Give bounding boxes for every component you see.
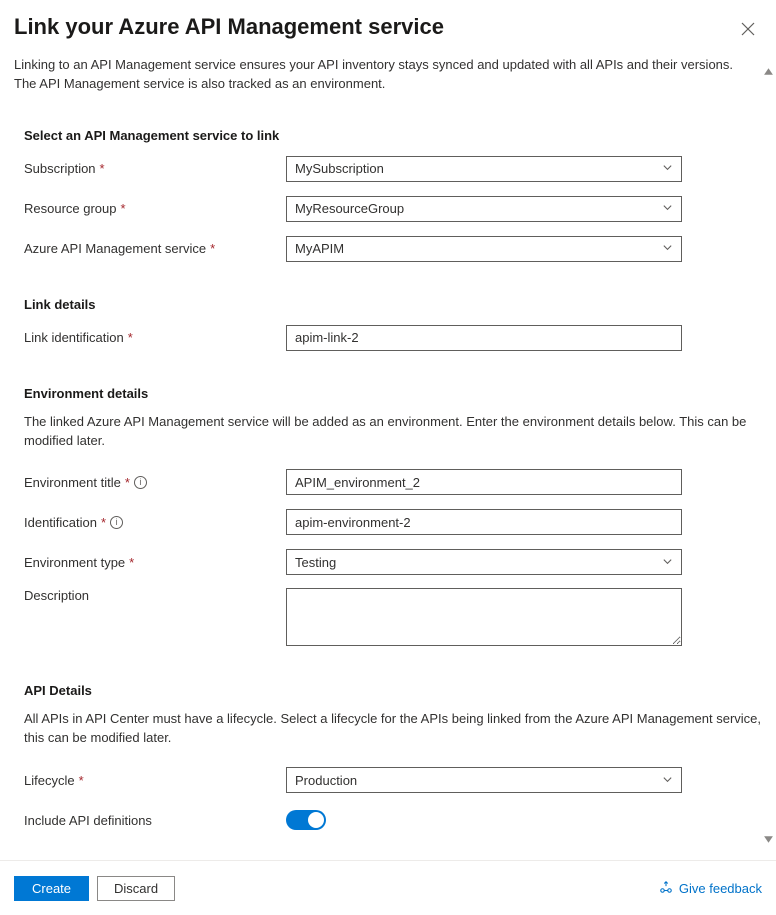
subscription-label: Subscription* xyxy=(24,161,286,176)
lifecycle-label: Lifecycle* xyxy=(24,773,286,788)
link-identification-label: Link identification* xyxy=(24,330,286,345)
select-service-section: Subscription* MySubscription Resource xyxy=(24,155,762,263)
api-details-heading: API Details xyxy=(24,683,762,698)
environment-description-label: Description xyxy=(24,588,286,603)
close-button[interactable] xyxy=(734,16,762,44)
lifecycle-value: Production xyxy=(295,773,662,788)
apim-service-value: MyAPIM xyxy=(295,241,662,256)
create-button[interactable]: Create xyxy=(14,876,89,901)
scroll-down-arrow[interactable] xyxy=(762,834,774,845)
chevron-down-icon xyxy=(662,201,673,216)
environment-description-input[interactable] xyxy=(286,588,682,646)
lifecycle-dropdown[interactable]: Production xyxy=(286,767,682,793)
subscription-dropdown[interactable]: MySubscription xyxy=(286,156,682,182)
environment-title-label: Environment title* i xyxy=(24,475,286,490)
environment-title-input[interactable]: APIM_environment_2 xyxy=(286,469,682,495)
environment-type-dropdown[interactable]: Testing xyxy=(286,549,682,575)
environment-title-value: APIM_environment_2 xyxy=(295,475,420,490)
toggle-knob xyxy=(308,812,324,828)
environment-details-desc: The linked Azure API Management service … xyxy=(24,413,762,451)
environment-id-value: apim-environment-2 xyxy=(295,515,411,530)
environment-id-input[interactable]: apim-environment-2 xyxy=(286,509,682,535)
give-feedback-label: Give feedback xyxy=(679,881,762,896)
panel-footer: Create Discard Give feedback xyxy=(0,860,776,915)
chevron-down-icon xyxy=(662,241,673,256)
environment-details-heading: Environment details xyxy=(24,386,762,401)
link-identification-value: apim-link-2 xyxy=(295,330,359,345)
page-title: Link your Azure API Management service xyxy=(14,14,444,40)
resource-group-dropdown[interactable]: MyResourceGroup xyxy=(286,196,682,222)
include-api-definitions-label: Include API definitions xyxy=(24,813,286,828)
chevron-down-icon xyxy=(662,773,673,788)
link-details-section: Link identification* apim-link-2 xyxy=(24,324,762,352)
apim-service-label: Azure API Management service* xyxy=(24,241,286,256)
environment-type-value: Testing xyxy=(295,555,662,570)
environment-id-label: Identification* i xyxy=(24,515,286,530)
feedback-icon xyxy=(659,880,673,897)
info-icon[interactable]: i xyxy=(134,476,147,489)
discard-button[interactable]: Discard xyxy=(97,876,175,901)
scroll-up-arrow[interactable] xyxy=(762,66,774,77)
close-icon xyxy=(741,22,755,39)
environment-type-label: Environment type* xyxy=(24,555,286,570)
panel-header: Link your Azure API Management service xyxy=(0,0,776,50)
info-icon[interactable]: i xyxy=(110,516,123,529)
chevron-down-icon xyxy=(662,555,673,570)
api-details-section: Lifecycle* Production Include API defi xyxy=(24,766,762,834)
select-service-heading: Select an API Management service to link xyxy=(24,128,762,143)
resource-group-label: Resource group* xyxy=(24,201,286,216)
give-feedback-link[interactable]: Give feedback xyxy=(659,880,762,897)
link-apim-panel: Link your Azure API Management service L… xyxy=(0,0,776,915)
resource-group-value: MyResourceGroup xyxy=(295,201,662,216)
intro-text: Linking to an API Management service ens… xyxy=(14,56,754,94)
apim-service-dropdown[interactable]: MyAPIM xyxy=(286,236,682,262)
subscription-value: MySubscription xyxy=(295,161,662,176)
chevron-down-icon xyxy=(662,161,673,176)
environment-details-section: Environment title* i APIM_environment_2 … xyxy=(24,468,762,649)
api-details-desc: All APIs in API Center must have a lifec… xyxy=(24,710,762,748)
include-api-definitions-toggle[interactable] xyxy=(286,810,326,830)
link-identification-input[interactable]: apim-link-2 xyxy=(286,325,682,351)
link-details-heading: Link details xyxy=(24,297,762,312)
content-scroll[interactable]: Linking to an API Management service ens… xyxy=(0,50,776,860)
